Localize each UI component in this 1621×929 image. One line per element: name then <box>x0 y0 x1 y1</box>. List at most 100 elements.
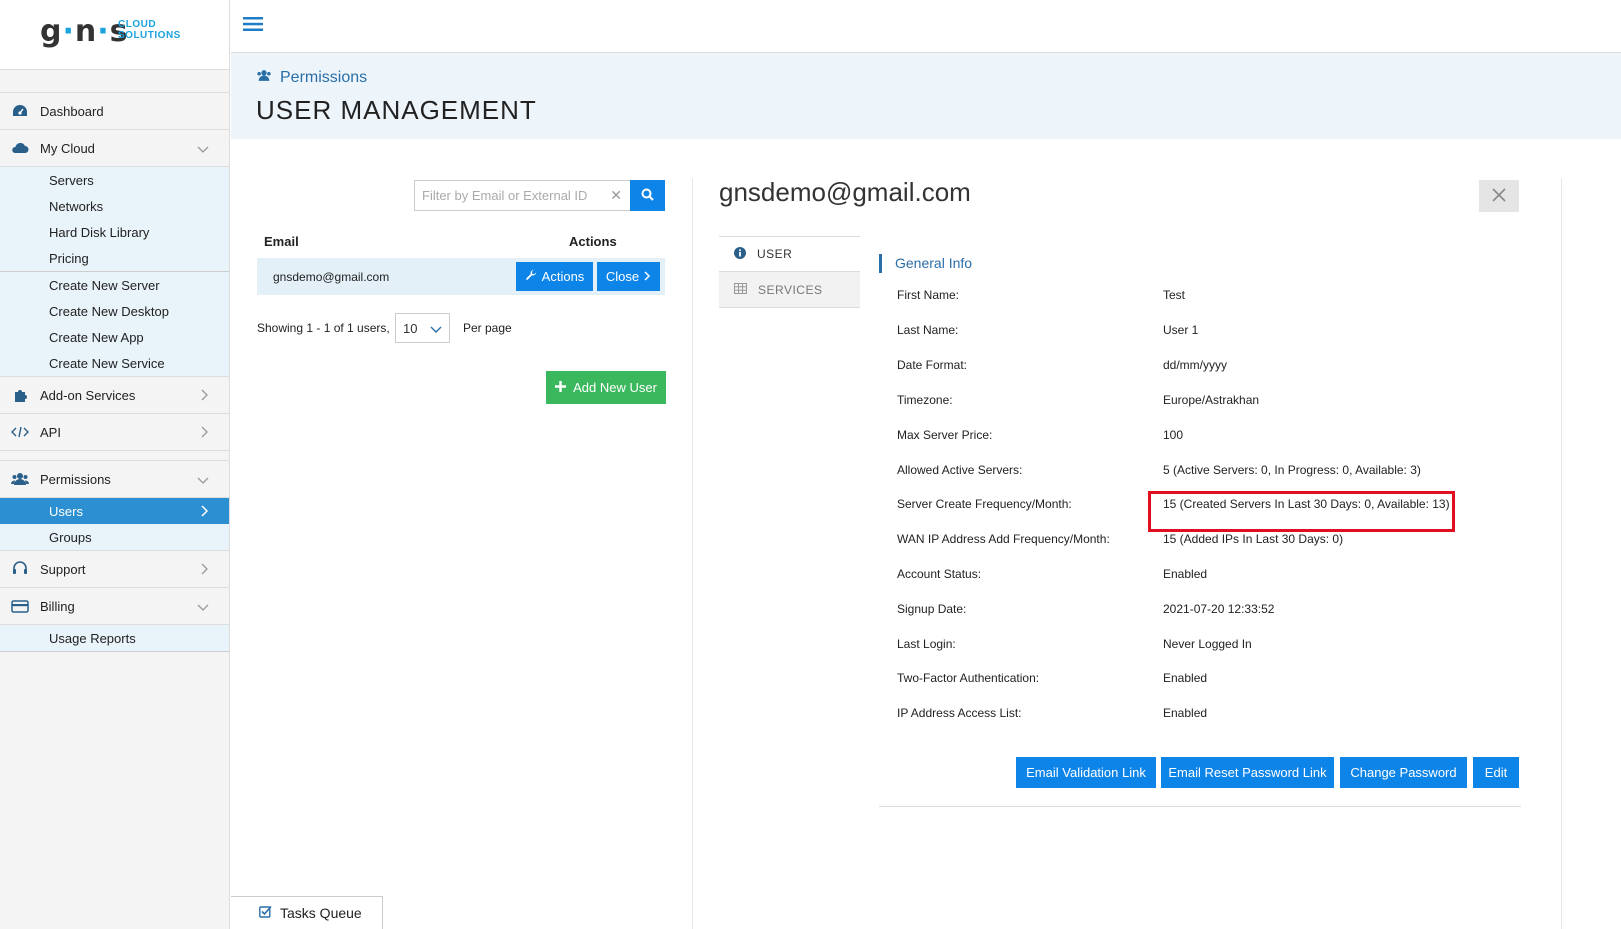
close-detail-button[interactable] <box>1479 180 1519 212</box>
dashboard-icon <box>0 104 40 118</box>
field-value: 15 (Added IPs In Last 30 Days: 0) <box>1163 532 1344 546</box>
sidebar-item-label: Dashboard <box>40 103 104 119</box>
top-bar <box>231 0 1621 53</box>
pagination: Showing 1 - 1 of 1 users, 10 Per page <box>257 313 677 343</box>
email-validation-link-button[interactable]: Email Validation Link <box>1016 757 1156 788</box>
sidebar-item-servers[interactable]: Servers <box>0 167 229 193</box>
close-button-label: Close <box>605 269 640 284</box>
field-label: Last Name: <box>897 323 959 337</box>
panel-divider <box>692 178 693 929</box>
logo[interactable]: g·n·s CLOUD SOLUTIONS <box>0 0 229 70</box>
sidebar-item-label: Permissions <box>40 471 111 487</box>
field-label: Timezone: <box>897 393 953 407</box>
field-label: Signup Date: <box>897 602 967 616</box>
actions-button[interactable]: Actions <box>516 262 593 291</box>
field-label: WAN IP Address Add Frequency/Month: <box>897 532 1110 546</box>
my-cloud-submenu: Servers Networks Hard Disk Library Prici… <box>0 166 229 376</box>
checkbox-icon <box>259 905 272 921</box>
edit-button[interactable]: Edit <box>1473 757 1519 788</box>
field-value: Enabled <box>1163 706 1208 720</box>
sidebar-item-my-cloud[interactable]: My Cloud <box>0 129 229 166</box>
add-new-user-label: Add New User <box>573 380 657 395</box>
close-icon <box>1491 187 1507 206</box>
field-value: 2021-07-20 12:33:52 <box>1163 602 1275 616</box>
sidebar-item-addon-services[interactable]: Add-on Services <box>0 376 229 413</box>
sidebar-item-api[interactable]: API <box>0 413 229 450</box>
tab-label: USER <box>757 247 793 261</box>
chevron-down-icon <box>430 322 442 337</box>
sidebar: g·n·s CLOUD SOLUTIONS Dashboard My Cloud… <box>0 0 230 929</box>
sidebar-item-billing[interactable]: Billing <box>0 587 229 624</box>
field-label: Two-Factor Authentication: <box>897 671 1040 685</box>
chevron-right-icon <box>201 563 209 578</box>
row-email: gnsdemo@gmail.com <box>273 270 390 284</box>
breadcrumb-label: Permissions <box>280 69 368 86</box>
field-label: Server Create Frequency/Month: <box>897 497 1072 511</box>
tab-label: SERVICES <box>758 282 823 297</box>
field-value: Never Logged In <box>1163 637 1252 651</box>
sidebar-item-support[interactable]: Support <box>0 550 229 587</box>
chevron-right-icon <box>201 389 209 404</box>
billing-submenu: Usage Reports <box>0 624 229 652</box>
field-value: Enabled <box>1163 567 1208 581</box>
sidebar-item-label: My Cloud <box>40 140 95 156</box>
chevron-down-icon <box>197 142 209 157</box>
field-label: First Name: <box>897 288 960 302</box>
clear-icon[interactable]: ✕ <box>610 187 622 204</box>
sidebar-item-create-new-app[interactable]: Create New App <box>0 324 229 350</box>
sidebar-item-groups[interactable]: Groups <box>0 524 229 550</box>
sidebar-item-users[interactable]: Users <box>0 498 229 524</box>
field-value: Test <box>1163 288 1186 302</box>
close-button[interactable]: Close <box>597 262 660 291</box>
search-button[interactable] <box>630 180 665 211</box>
chevron-right-icon <box>201 505 209 520</box>
panel-divider <box>1561 178 1562 929</box>
sidebar-item-create-new-service[interactable]: Create New Service <box>0 350 229 376</box>
email-reset-password-link-button[interactable]: Email Reset Password Link <box>1161 757 1334 788</box>
sidebar-item-pricing[interactable]: Pricing <box>0 245 229 271</box>
actions-button-label: Actions <box>541 269 585 284</box>
field-value: 100 <box>1163 428 1184 442</box>
sidebar-item-label: Support <box>40 561 86 577</box>
hamburger-menu-icon[interactable] <box>243 16 263 35</box>
filter-field[interactable]: ✕ <box>414 180 631 211</box>
per-page-select[interactable]: 10 <box>395 313 450 343</box>
cloud-icon <box>0 142 40 154</box>
add-new-user-button[interactable]: Add New User <box>546 371 666 404</box>
tasks-queue-tab[interactable]: Tasks Queue <box>231 896 383 929</box>
sidebar-item-dashboard[interactable]: Dashboard <box>0 92 229 129</box>
tasks-queue-label: Tasks Queue <box>280 905 362 921</box>
per-page-label: Per page <box>463 321 512 335</box>
info-icon <box>734 246 746 262</box>
table-row[interactable]: gnsdemo@gmail.com Actions Close <box>257 258 665 295</box>
sidebar-item-hard-disk-library[interactable]: Hard Disk Library <box>0 219 229 245</box>
sidebar-item-label: Add-on Services <box>40 387 136 403</box>
permissions-submenu: Users Groups <box>0 497 229 550</box>
sidebar-item-create-new-server[interactable]: Create New Server <box>0 272 229 298</box>
sidebar-item-permissions[interactable]: Permissions <box>0 460 229 497</box>
highlight-box <box>1148 491 1455 532</box>
field-value: User 1 <box>1163 323 1199 337</box>
change-password-button[interactable]: Change Password <box>1340 757 1467 788</box>
divider <box>879 806 1521 807</box>
tab-user[interactable]: USER <box>719 236 860 272</box>
tab-services[interactable]: SERVICES <box>719 272 860 308</box>
headset-icon <box>0 561 40 577</box>
sidebar-item-usage-reports[interactable]: Usage Reports <box>0 625 229 651</box>
sidebar-item-networks[interactable]: Networks <box>0 193 229 219</box>
section-accent-bar <box>879 254 882 273</box>
sidebar-item-label: Users <box>49 503 83 519</box>
sidebar-item-label: Billing <box>40 598 75 614</box>
chevron-right-icon <box>644 269 651 284</box>
page-header: Permissions USER MANAGEMENT <box>231 53 1621 139</box>
field-value: dd/mm/yyyy <box>1163 358 1228 372</box>
breadcrumb[interactable]: Permissions <box>256 69 367 87</box>
sidebar-item-create-new-desktop[interactable]: Create New Desktop <box>0 298 229 324</box>
field-value: Enabled <box>1163 671 1208 685</box>
field-label: Account Status: <box>897 567 982 581</box>
puzzle-icon <box>0 388 40 403</box>
sidebar-item-label: API <box>40 424 61 440</box>
field-label: Date Format: <box>897 358 968 372</box>
filter-input[interactable] <box>415 181 595 210</box>
chevron-down-icon <box>197 473 209 488</box>
